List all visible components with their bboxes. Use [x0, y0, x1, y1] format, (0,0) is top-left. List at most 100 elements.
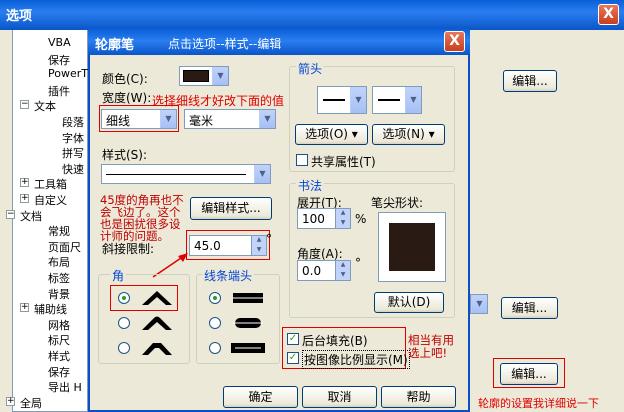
edit-style-button[interactable]: 编辑样式... — [190, 197, 272, 220]
options-right-label: 选项(N) — [382, 127, 425, 141]
tree-item[interactable]: 布局 — [48, 254, 70, 270]
ok-button[interactable]: 确定 — [223, 386, 298, 408]
expand-icon[interactable]: + — [6, 396, 15, 406]
tree-item-label: 标签 — [48, 272, 70, 285]
corner-round-radio[interactable] — [118, 317, 130, 329]
square-cap-icon — [231, 343, 265, 353]
tree-item-label: 文本 — [34, 100, 56, 114]
tree-item[interactable]: 常规 — [48, 223, 70, 239]
tree-item[interactable]: 快速 — [62, 161, 84, 177]
stretch-spinner[interactable]: ▲ ▼ — [335, 209, 350, 228]
cap-butt-radio[interactable] — [209, 292, 221, 304]
expand-icon[interactable]: + — [20, 178, 29, 188]
nib-shape-label: 笔尖形状: — [371, 196, 424, 210]
line-style-preview — [106, 174, 246, 175]
tree-item[interactable]: 标签 — [48, 270, 70, 286]
corner-bevel-radio[interactable] — [118, 342, 130, 354]
tree-item[interactable]: PowerT — [48, 67, 88, 80]
angle-value: 0.0 — [302, 264, 322, 278]
nib-shape-preview[interactable] — [378, 212, 446, 282]
tree-item-label: 布局 — [48, 256, 70, 270]
arrow-start-options-button[interactable]: 选项(O) ▾ — [295, 124, 368, 145]
stretch-value: 100 — [302, 212, 325, 226]
tree-item-label: 自定义 — [34, 194, 67, 207]
tree-item[interactable]: 插件 — [48, 83, 70, 99]
share-attributes-label: 共享属性(T) — [311, 155, 376, 169]
tree-item[interactable]: + 工具箱 — [20, 176, 67, 192]
angle-input[interactable]: 0.0 ▲ ▼ — [297, 260, 351, 281]
default-button[interactable]: 默认(D) — [374, 292, 444, 313]
chevron-down-icon: ▼ — [212, 67, 228, 85]
scale-with-image-label: 按图像比例显示(M) — [302, 350, 410, 369]
arrow-end-select[interactable]: ▼ — [372, 86, 422, 114]
tree-item[interactable]: 背景 — [48, 286, 70, 302]
arrow-end-options-button[interactable]: 选项(N) ▾ — [372, 124, 445, 145]
collapse-icon[interactable]: − — [6, 209, 15, 219]
behind-fill-checkbox[interactable]: ✓ — [287, 333, 299, 345]
line-caps-title: 线条端头 — [202, 267, 255, 284]
style-select[interactable]: ▼ — [101, 164, 271, 184]
options-left-label: 选项(O) — [305, 127, 348, 141]
tree-item-label: 辅助线 — [34, 303, 67, 317]
tree-item[interactable]: 网格 — [48, 317, 70, 333]
tree-item[interactable]: 段落 — [62, 114, 84, 130]
tree-item[interactable]: 拼写 — [62, 145, 84, 161]
tree-item[interactable]: + 自定义 — [20, 192, 67, 208]
cap-square-radio[interactable] — [209, 342, 221, 354]
tree-item-label: 样式 — [48, 350, 70, 363]
edit-button-bottom[interactable]: 编辑... — [500, 363, 558, 385]
tree-item[interactable]: + 辅助线 — [20, 301, 67, 317]
butt-cap-icon — [233, 293, 263, 303]
tree-item-label: 字体 — [62, 131, 84, 145]
tree-item[interactable]: 页面尺 — [48, 239, 81, 255]
options-close-button[interactable]: X — [598, 4, 619, 25]
dialog-title: 轮廓笔 — [95, 38, 135, 53]
tree-item[interactable]: 保存 — [48, 52, 70, 68]
corner-miter-radio[interactable] — [118, 292, 130, 304]
width-label: 宽度(W): — [102, 91, 152, 105]
tree-item[interactable]: 导出 H — [48, 379, 82, 395]
miter-spinner[interactable]: ▲ ▼ — [251, 236, 266, 255]
miter-input[interactable]: 45.0 ▲ ▼ — [189, 235, 267, 256]
miter-label: 斜接限制: — [102, 242, 155, 256]
tree-item-label: 快速 — [62, 162, 84, 176]
color-picker[interactable]: ▼ — [179, 66, 229, 86]
tree-item[interactable]: VBA — [48, 36, 71, 49]
unit-select[interactable]: 毫米 ▼ — [184, 109, 276, 129]
arrow-start-preview — [323, 99, 345, 101]
cancel-button[interactable]: 取消 — [302, 386, 377, 408]
scale-with-image-checkbox[interactable]: ✓ — [287, 352, 299, 364]
dialog-subtitle-note: 点击选项--样式--编辑 — [168, 37, 282, 51]
angle-degree: ° — [355, 256, 361, 270]
expand-icon[interactable]: + — [20, 303, 29, 313]
annotation-useful-note: 相当有用选上吧! — [408, 333, 454, 360]
expand-icon[interactable]: + — [20, 194, 29, 203]
tree-item[interactable]: 标尺 — [48, 332, 70, 348]
cap-round-radio[interactable] — [209, 317, 221, 329]
edit-button-top[interactable]: 编辑... — [503, 70, 557, 92]
color-swatch — [183, 70, 209, 82]
dialog-close-button[interactable]: X — [444, 31, 465, 52]
miter-degree: ° — [266, 232, 272, 246]
collapse-icon[interactable]: − — [20, 100, 29, 110]
round-corner-icon — [142, 316, 172, 330]
width-select[interactable]: 细线 ▼ — [101, 109, 177, 129]
angle-spinner[interactable]: ▲ ▼ — [335, 261, 350, 280]
tree-item[interactable]: − 文档 — [6, 208, 42, 224]
tree-item-label: 保存 — [48, 365, 70, 379]
tree-item[interactable]: − 文本 — [20, 98, 56, 114]
tree-item[interactable]: + 全局 — [6, 395, 42, 411]
arrow-start-select[interactable]: ▼ — [317, 86, 367, 114]
edit-button-middle[interactable]: 编辑... — [501, 297, 558, 319]
options-window-title: 选项 — [6, 9, 33, 24]
nib-square — [389, 223, 435, 271]
tree-item-label: 全局 — [20, 396, 42, 410]
help-button[interactable]: 帮助 — [381, 386, 456, 408]
tree-item[interactable]: 字体 — [62, 130, 84, 146]
outer-combo-partial[interactable]: ▼ — [470, 294, 488, 314]
tree-item[interactable]: 样式 — [48, 348, 70, 364]
tree-item[interactable]: 保存 — [48, 364, 70, 380]
share-attributes-checkbox[interactable] — [296, 154, 308, 166]
stretch-input[interactable]: 100 ▲ ▼ — [297, 208, 351, 229]
unit-value: 毫米 — [189, 114, 214, 128]
